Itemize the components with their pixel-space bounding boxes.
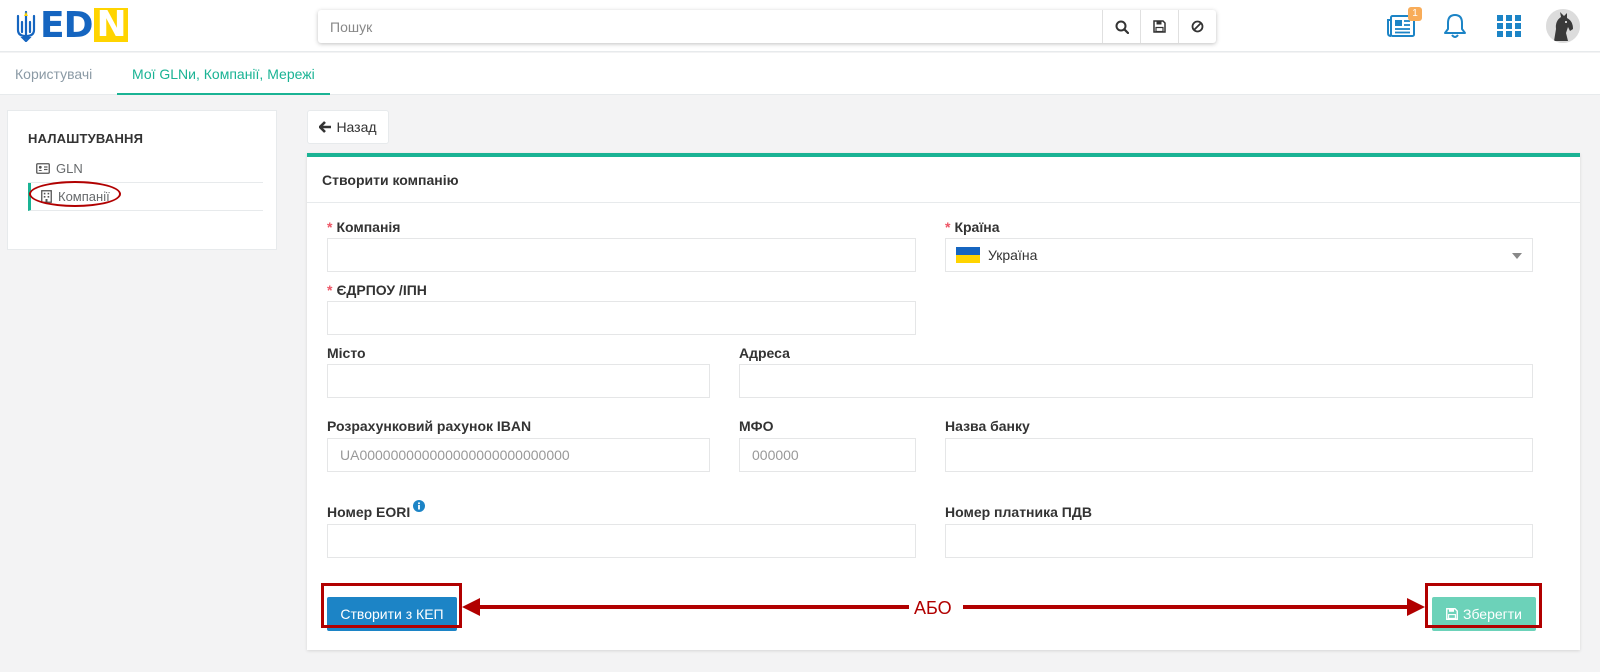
search-input[interactable] <box>318 10 1102 43</box>
logo-letter-d: D <box>63 5 94 46</box>
settings-sidebar: НАЛАШТУВАННЯ GLN Компанії <box>7 110 277 250</box>
search-bar <box>318 10 1216 43</box>
mfo-label: МФО <box>739 418 774 434</box>
required-mark: * <box>945 219 951 235</box>
eori-label-text: Номер EORI <box>327 504 411 520</box>
save-search-button[interactable] <box>1140 10 1178 43</box>
notifications-button[interactable] <box>1438 9 1472 43</box>
required-mark: * <box>327 282 333 298</box>
top-bar: E D N Пошук 1 <box>0 0 1600 52</box>
required-mark: * <box>327 219 333 235</box>
clear-search-button[interactable] <box>1178 10 1216 43</box>
create-with-kep-button[interactable]: Створити з КЕП <box>327 597 457 631</box>
edrpou-label-text: ЄДРПОУ /ІПН <box>336 282 427 298</box>
annotation-arrow-left-icon <box>462 598 909 616</box>
company-label: * Компанія <box>327 219 400 235</box>
create-company-panel: Створити компанію * Компанія * Країна Укра… <box>307 153 1580 650</box>
user-avatar[interactable] <box>1546 9 1580 43</box>
notification-count-badge: 1 <box>1408 7 1422 21</box>
country-label-text: Країна <box>954 219 1000 235</box>
company-label-text: Компанія <box>336 219 401 235</box>
bank-name-input[interactable] <box>945 438 1533 472</box>
bell-icon <box>1444 14 1466 38</box>
building-icon <box>41 190 52 203</box>
edin-logo[interactable]: E D N <box>14 4 128 46</box>
info-icon[interactable] <box>413 500 426 512</box>
horse-avatar-icon <box>1546 9 1580 43</box>
header-actions: 1 <box>1384 7 1580 44</box>
back-button[interactable]: Назад <box>307 110 389 144</box>
save-button-label: Зберегти <box>1462 606 1522 622</box>
sidebar-item-label: Компанії <box>58 189 110 204</box>
country-selected-value: Україна <box>988 247 1038 263</box>
bank-name-label: Назва банку <box>945 418 1030 434</box>
apps-grid-button[interactable] <box>1492 9 1526 43</box>
address-input[interactable] <box>739 364 1533 398</box>
apps-grid-icon <box>1497 15 1521 37</box>
trident-icon <box>16 10 36 42</box>
sidebar-item-companies[interactable]: Компанії <box>28 183 263 211</box>
edrpou-input[interactable] <box>327 301 916 335</box>
country-select[interactable]: Україна <box>945 238 1533 272</box>
chevron-down-icon <box>1512 253 1522 259</box>
mfo-input[interactable] <box>739 438 916 472</box>
iban-label: Розрахунковий рахунок IBAN <box>327 418 532 434</box>
back-button-label: Назад <box>336 119 377 135</box>
logo-letter-e: E <box>40 5 65 46</box>
company-input[interactable] <box>327 238 916 272</box>
news-button[interactable]: 1 <box>1384 7 1422 43</box>
annotation-arrow-right-icon <box>963 598 1425 616</box>
sidebar-item-label: GLN <box>56 161 83 176</box>
search-icon <box>1115 20 1129 34</box>
floppy-disk-icon <box>1446 608 1458 620</box>
iban-input[interactable] <box>327 438 710 472</box>
vat-payer-input[interactable] <box>945 524 1533 558</box>
arrow-left-icon <box>319 121 332 133</box>
ukraine-flag-icon <box>956 247 980 263</box>
sidebar-item-gln[interactable]: GLN <box>28 155 263 183</box>
edrpou-label: * ЄДРПОУ /ІПН <box>327 282 427 298</box>
tab-bar: Користувачі Мої GLNи, Компанії, Мережі <box>0 53 1600 95</box>
panel-title: Створити компанію <box>307 157 1580 203</box>
eori-input[interactable] <box>327 524 916 558</box>
city-label: Місто <box>327 345 366 361</box>
floppy-disk-icon <box>1153 20 1166 33</box>
logo-letter-n: N <box>94 4 128 45</box>
address-label: Адреса <box>739 345 790 361</box>
id-card-icon <box>36 163 50 174</box>
tab-users[interactable]: Користувачі <box>15 53 92 95</box>
vat-payer-label: Номер платника ПДВ <box>945 504 1092 520</box>
save-button[interactable]: Зберегти <box>1432 597 1536 631</box>
sidebar-title: НАЛАШТУВАННЯ <box>28 131 144 146</box>
eori-label: Номер EORI <box>327 500 426 520</box>
annotation-or-label: АБО <box>914 598 952 618</box>
country-label: * Країна <box>945 219 1000 235</box>
ban-icon <box>1191 20 1204 33</box>
tab-my-gln-companies-networks[interactable]: Мої GLNи, Компанії, Мережі <box>117 53 330 95</box>
city-input[interactable] <box>327 364 710 398</box>
search-button[interactable] <box>1102 10 1140 43</box>
logo-text: E D N <box>40 4 128 46</box>
